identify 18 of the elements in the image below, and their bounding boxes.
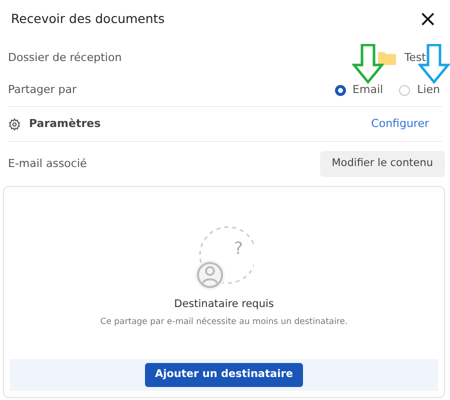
radio-option[interactable]: Lien bbox=[399, 82, 440, 98]
empty-state-title: Destinataire requis bbox=[174, 298, 274, 310]
add-recipient-button[interactable]: Ajouter un destinataire bbox=[144, 363, 304, 387]
dialog-title: Recevoir des documents bbox=[11, 10, 165, 28]
empty-state-text: Ce partage par e-mail nécessite au moins un destinataire. bbox=[100, 316, 348, 327]
question-mark: ? bbox=[234, 238, 244, 261]
configure-link[interactable]: Configurer bbox=[371, 116, 429, 132]
field-label: Partager par bbox=[8, 82, 76, 98]
gear-icon bbox=[8, 118, 21, 130]
recipient-placeholder-drawing bbox=[194, 225, 254, 291]
close-button[interactable]: × bbox=[418, 8, 437, 30]
section-title: Paramètres bbox=[29, 116, 101, 132]
edit-content-button[interactable]: Modifier le contenu bbox=[320, 151, 445, 177]
folder-icon bbox=[378, 51, 396, 65]
folder-name: Test bbox=[404, 50, 426, 66]
radio-option[interactable]: Email bbox=[334, 82, 384, 98]
field-label: E-mail associé bbox=[8, 156, 87, 172]
field-label: Dossier de réception bbox=[8, 50, 122, 66]
